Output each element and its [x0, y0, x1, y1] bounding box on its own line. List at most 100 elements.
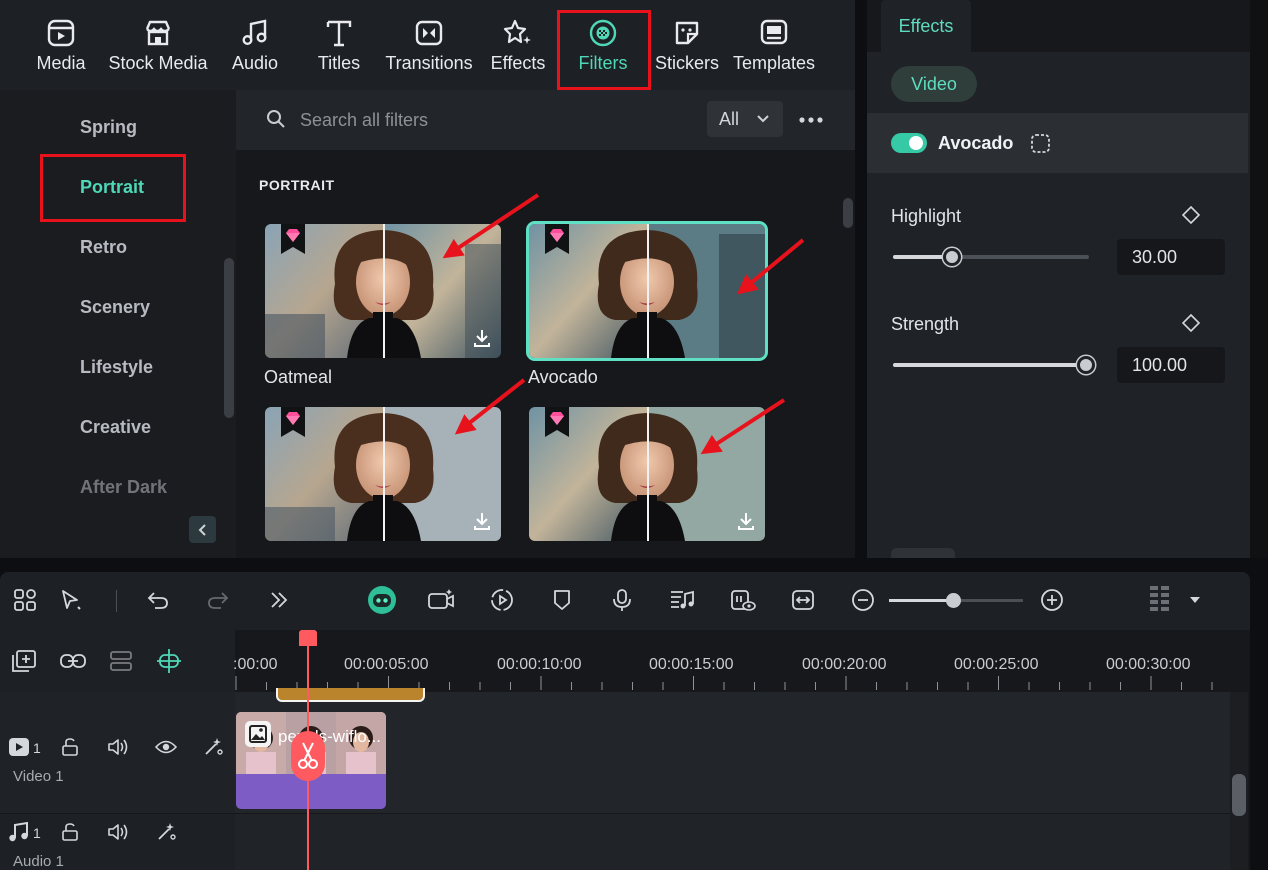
group-clips-icon[interactable]	[108, 649, 134, 673]
param-label-strength: Strength	[891, 314, 960, 334]
music-note-icon	[238, 16, 272, 50]
applied-effect-name: Avocado	[938, 133, 1014, 153]
text-t-icon	[322, 16, 356, 50]
more-options-icon[interactable]	[798, 116, 824, 124]
chevron-down-icon	[757, 115, 769, 123]
portrait-highlight-box	[40, 154, 186, 222]
ai-copilot-icon[interactable]	[366, 584, 398, 616]
magic-wand-icon[interactable]	[156, 822, 176, 842]
category-retro[interactable]: Retro	[80, 237, 127, 258]
sticker-icon	[670, 16, 704, 50]
tab-transitions[interactable]: Transitions	[384, 16, 474, 86]
ruler-time-label: 00:00:15:00	[649, 656, 734, 673]
filter-scope-dropdown[interactable]: All	[707, 101, 783, 137]
panel-bottom-control[interactable]	[891, 548, 955, 558]
highlight-slider[interactable]	[893, 248, 1089, 266]
scrollbar-thumb[interactable]	[1232, 774, 1246, 816]
highlight-value-field[interactable]: 30.00	[1117, 239, 1225, 275]
strength-value-field[interactable]: 100.00	[1117, 347, 1225, 383]
slider-fill	[893, 363, 1089, 367]
audio-beat-icon[interactable]	[668, 586, 696, 614]
selection-range-bar[interactable]	[276, 688, 425, 702]
category-after-dark[interactable]: After Dark	[80, 477, 167, 498]
tab-label: Titles	[317, 53, 361, 73]
ruler-time-label: :00:00	[233, 656, 278, 673]
tab-effects[interactable]: Effects	[490, 16, 546, 86]
slider-handle[interactable]	[942, 248, 961, 266]
tab-templates[interactable]: Templates	[732, 16, 816, 86]
panel-scrollbar[interactable]	[1250, 0, 1268, 558]
marker-shield-icon[interactable]	[548, 586, 576, 614]
eye-icon[interactable]	[155, 739, 177, 755]
tab-label: Effects	[490, 53, 546, 73]
zoom-out-icon[interactable]	[849, 586, 877, 614]
strength-slider[interactable]	[893, 356, 1095, 374]
speaker-icon[interactable]	[107, 737, 129, 757]
chevron-left-icon	[198, 523, 206, 536]
templates-icon	[757, 16, 791, 50]
filters-highlight-box	[557, 10, 651, 90]
search-icon	[266, 109, 286, 129]
microphone-icon[interactable]	[608, 586, 636, 614]
tab-effects-panel[interactable]: Effects	[881, 0, 971, 52]
split-scissors-icon[interactable]	[291, 731, 325, 781]
tab-titles[interactable]: Titles	[312, 16, 366, 86]
lock-icon[interactable]	[60, 737, 80, 757]
keyframe-diamond-icon[interactable]	[1181, 205, 1201, 225]
zoom-slider-handle[interactable]	[946, 593, 961, 608]
tab-audio[interactable]: Audio	[228, 16, 282, 86]
video-track-icon	[8, 737, 30, 757]
category-lifestyle[interactable]: Lifestyle	[80, 357, 153, 378]
tab-stock-media[interactable]: Stock Media	[108, 16, 208, 86]
keyframe-diamond-icon[interactable]	[1181, 313, 1201, 333]
transitions-icon	[412, 16, 446, 50]
add-track-icon[interactable]	[11, 649, 37, 673]
caret-down-icon[interactable]	[1181, 586, 1209, 614]
audio-track-lane[interactable]	[235, 814, 1230, 870]
magic-wand-icon[interactable]	[203, 737, 223, 757]
category-scrollbar[interactable]	[224, 258, 234, 418]
tab-media[interactable]: Media	[34, 16, 88, 86]
search-input[interactable]	[300, 107, 680, 133]
category-spring[interactable]: Spring	[80, 117, 137, 138]
ruler-time-label: 00:00:10:00	[497, 656, 582, 673]
collapse-sidebar-button[interactable]	[189, 516, 216, 543]
zoom-in-icon[interactable]	[1038, 586, 1066, 614]
category-creative[interactable]: Creative	[80, 417, 151, 438]
link-icon[interactable]	[59, 652, 87, 670]
speaker-icon[interactable]	[107, 822, 129, 842]
audio-track-icon	[8, 821, 30, 843]
track-number: 1	[33, 825, 41, 841]
undo-icon[interactable]	[144, 586, 172, 614]
effects-sparkle-icon	[501, 16, 535, 50]
track-layout-icon[interactable]	[1146, 586, 1174, 614]
dropdown-value: All	[719, 108, 740, 129]
tab-label: Stickers	[655, 53, 720, 73]
tab-stickers[interactable]: Stickers	[655, 16, 720, 86]
layout-grid-icon[interactable]	[11, 586, 39, 614]
preview-render-icon[interactable]	[729, 586, 757, 614]
redo-icon[interactable]	[204, 586, 232, 614]
tab-video[interactable]: Video	[891, 66, 977, 102]
auto-reframe-icon[interactable]	[488, 586, 516, 614]
ai-video-icon[interactable]	[427, 586, 455, 614]
ruler-time-label: 00:00:30:00	[1106, 656, 1191, 673]
select-pointer-icon[interactable]	[57, 586, 85, 614]
slider-handle[interactable]	[1077, 356, 1095, 374]
effect-enable-toggle[interactable]	[891, 133, 927, 153]
tab-label: Media	[36, 53, 86, 73]
track-name: Audio 1	[13, 853, 64, 870]
ruler-time-label: 00:00:25:00	[954, 656, 1039, 673]
param-label-highlight: Highlight	[891, 206, 962, 226]
category-scenery[interactable]: Scenery	[80, 297, 150, 318]
arrow-icon	[736, 238, 805, 295]
more-tools-chevron-icon[interactable]	[265, 586, 293, 614]
track-number: 1	[33, 740, 41, 756]
toolbar-divider	[116, 590, 117, 612]
snap-magnet-icon[interactable]	[156, 648, 182, 674]
mask-icon[interactable]	[1030, 133, 1051, 154]
track-name: Video 1	[13, 768, 64, 785]
lock-icon[interactable]	[60, 822, 80, 842]
fit-width-icon[interactable]	[789, 586, 817, 614]
ruler-time-label: 00:00:20:00	[802, 656, 887, 673]
